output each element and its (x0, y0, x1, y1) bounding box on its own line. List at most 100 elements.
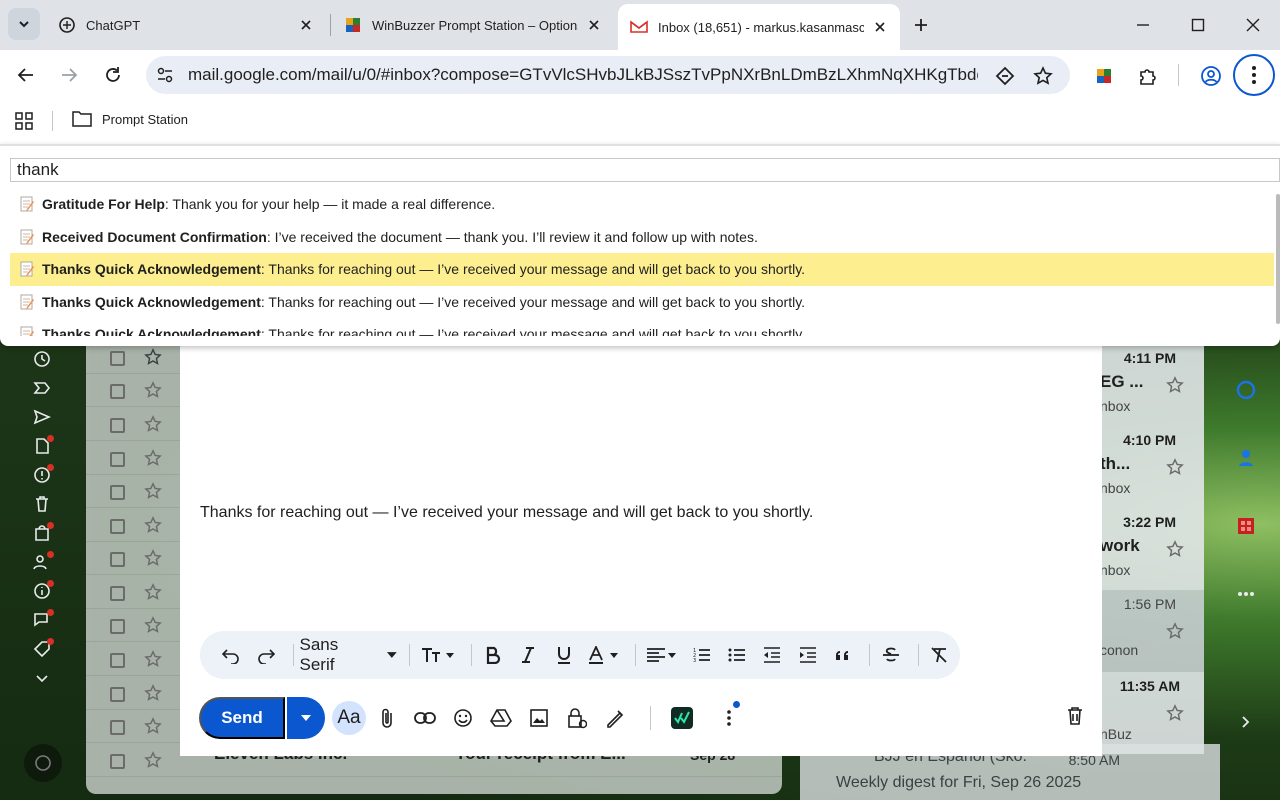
emoji-icon[interactable] (446, 701, 480, 735)
row-checkbox[interactable] (110, 586, 125, 601)
italic-icon[interactable] (514, 640, 543, 670)
translate-icon[interactable] (993, 64, 1017, 88)
attach-icon[interactable] (370, 701, 404, 735)
updates-icon[interactable] (24, 576, 60, 605)
strikethrough-icon[interactable] (876, 640, 905, 670)
star-icon[interactable] (144, 516, 162, 534)
bold-icon[interactable] (478, 640, 507, 670)
more-horiz-icon[interactable] (1232, 580, 1260, 608)
browser-menu-button[interactable] (1233, 54, 1275, 96)
star-icon[interactable] (1166, 622, 1184, 640)
pane-item[interactable]: 1:56 PM conon (1100, 590, 1204, 672)
star-icon[interactable] (144, 616, 162, 634)
address-bar[interactable]: mail.google.com/mail/u/0/#inbox?compose=… (146, 56, 1070, 94)
tab-search-button[interactable] (8, 8, 40, 40)
purchases-icon[interactable] (24, 518, 60, 547)
star-icon[interactable] (144, 650, 162, 668)
row-checkbox[interactable] (110, 418, 125, 433)
remove-formatting-icon[interactable] (925, 640, 954, 670)
pane-item[interactable]: 4:11 PM EG ... nbox (1100, 344, 1204, 426)
photo-icon[interactable] (522, 701, 556, 735)
text-color-icon[interactable] (584, 640, 623, 670)
suggestion-item[interactable]: Thanks Quick Acknowledgement: Thanks for… (10, 286, 1274, 319)
suggestion-scrollbar[interactable] (1276, 194, 1280, 324)
profile-icon[interactable] (1199, 64, 1223, 88)
star-icon[interactable] (144, 583, 162, 601)
font-select[interactable]: Sans Serif (300, 635, 398, 675)
drafts-icon[interactable] (24, 431, 60, 460)
extensions-puzzle-icon[interactable] (1136, 64, 1160, 88)
prompt-search-input[interactable] (10, 158, 1280, 182)
numbered-list-icon[interactable]: 123 (687, 640, 716, 670)
chevron-right-icon[interactable] (1232, 708, 1260, 736)
row-checkbox[interactable] (110, 754, 125, 769)
compose-body[interactable]: Thanks for reaching out — I’ve received … (200, 504, 813, 522)
pane-item[interactable]: 3:22 PM work nbox (1100, 508, 1204, 590)
tab-gmail-inbox[interactable]: Inbox (18,651) - markus.kasanmasche (618, 4, 900, 50)
star-icon[interactable] (144, 381, 162, 399)
apps-grid-icon[interactable] (14, 111, 34, 131)
grammar-checker-icon[interactable] (665, 701, 699, 735)
confidential-lock-icon[interactable] (560, 701, 594, 735)
star-icon[interactable] (1166, 376, 1184, 394)
addon-icon[interactable] (1232, 512, 1260, 540)
reload-button[interactable] (98, 60, 128, 90)
tab-chatgpt[interactable]: ChatGPT (46, 6, 326, 44)
close-window-button[interactable] (1238, 10, 1268, 40)
star-icon[interactable] (144, 549, 162, 567)
star-icon[interactable] (144, 751, 162, 769)
align-icon[interactable] (642, 640, 681, 670)
signature-pen-icon[interactable] (598, 701, 632, 735)
social-icon[interactable] (24, 547, 60, 576)
quote-icon[interactable] (828, 640, 857, 670)
star-icon[interactable] (144, 717, 162, 735)
star-icon[interactable] (1166, 704, 1184, 722)
bookmark-star-icon[interactable] (1031, 64, 1055, 88)
indent-less-icon[interactable] (758, 640, 787, 670)
formatting-options-button[interactable]: Aa (332, 701, 366, 735)
row-checkbox[interactable] (110, 519, 125, 534)
row-checkbox[interactable] (110, 384, 125, 399)
indent-more-icon[interactable] (793, 640, 822, 670)
maximize-button[interactable] (1183, 10, 1213, 40)
close-tab-icon[interactable] (298, 17, 314, 33)
star-icon[interactable] (144, 415, 162, 433)
drive-icon[interactable] (484, 701, 518, 735)
schedule-send-button[interactable] (287, 697, 325, 739)
back-button[interactable] (11, 60, 41, 90)
more-options-button[interactable] (712, 701, 746, 735)
suggestion-item[interactable]: Gratitude For Help: Thank you for your h… (10, 188, 1274, 221)
star-icon[interactable] (144, 684, 162, 702)
minimize-button[interactable] (1128, 10, 1158, 40)
new-tab-button[interactable] (906, 10, 936, 40)
send-button[interactable]: Send (199, 697, 285, 739)
pane-item[interactable]: 11:35 AM nBuz (1100, 672, 1204, 754)
row-checkbox[interactable] (110, 720, 125, 735)
underline-icon[interactable] (549, 640, 578, 670)
sent-icon[interactable] (24, 402, 60, 431)
discard-draft-icon[interactable] (1066, 706, 1084, 726)
bookmark-prompt-station[interactable]: Prompt Station (72, 110, 188, 128)
more-chevron-icon[interactable] (24, 663, 60, 692)
link-icon[interactable] (408, 701, 442, 735)
extension-winbuzzer-icon[interactable] (1092, 64, 1116, 88)
star-icon[interactable] (144, 449, 162, 467)
promotions-icon[interactable] (24, 634, 60, 663)
star-icon[interactable] (1166, 540, 1184, 558)
calendar-icon[interactable] (1232, 376, 1260, 404)
row-checkbox[interactable] (110, 619, 125, 634)
important-icon[interactable] (24, 373, 60, 402)
undo-icon[interactable] (216, 640, 245, 670)
snoozed-icon[interactable] (24, 344, 60, 373)
close-tab-icon[interactable] (872, 19, 888, 35)
suggestion-item[interactable]: Thanks Quick Acknowledgement: Thanks for… (10, 318, 1274, 336)
bulleted-list-icon[interactable] (722, 640, 751, 670)
trash-nav-icon[interactable] (24, 489, 60, 518)
row-checkbox[interactable] (110, 552, 125, 567)
compose-fab-button[interactable] (24, 744, 62, 782)
site-info-icon[interactable] (152, 62, 178, 88)
spam-icon[interactable] (24, 460, 60, 489)
row-checkbox[interactable] (110, 485, 125, 500)
forums-icon[interactable] (24, 605, 60, 634)
row-checkbox[interactable] (110, 351, 125, 366)
